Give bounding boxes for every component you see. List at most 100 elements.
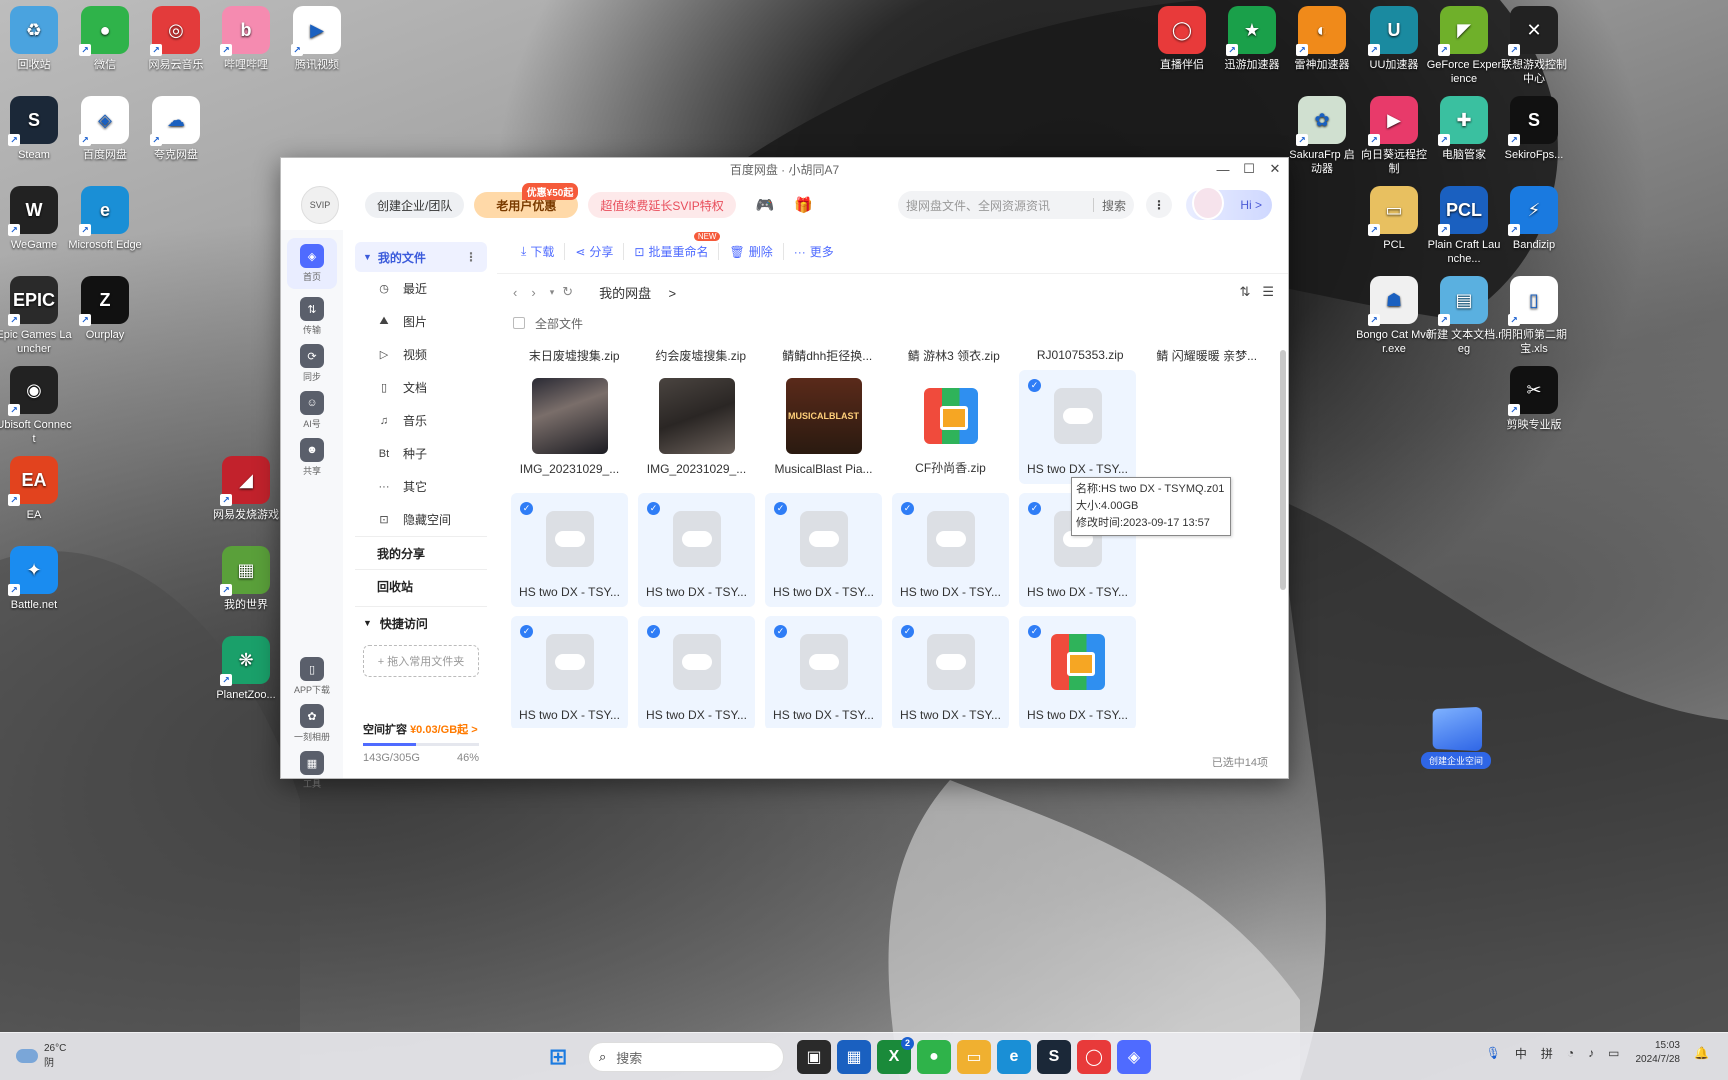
taskbar-app-icon[interactable]: ◈ <box>1117 1040 1151 1074</box>
file-tile[interactable]: IMG_20231029_... <box>638 370 755 484</box>
select-all-checkbox[interactable] <box>513 317 525 329</box>
taskbar-app-icon[interactable]: S <box>1037 1040 1071 1074</box>
search-input[interactable]: 搜网盘文件、全网资源资讯 <box>906 197 1085 214</box>
download-button[interactable]: ⤓ 下载 <box>511 243 564 260</box>
file-tile[interactable]: IMG_20231029_... <box>511 370 628 484</box>
file-tile[interactable]: ✓ HS two DX - TSY... <box>1019 616 1136 728</box>
checked-icon[interactable]: ✓ <box>1028 502 1041 515</box>
my-files-header[interactable]: ▼ 我的文件 ⋮ <box>355 242 487 272</box>
scrollbar[interactable] <box>1280 340 1286 730</box>
volume-icon[interactable]: ♪ <box>1588 1046 1594 1060</box>
list-view-icon[interactable]: ☰ <box>1262 284 1274 300</box>
desktop-shortcut[interactable]: U ↗ UU加速器 <box>1356 6 1432 72</box>
add-folder-button[interactable]: + 拖入常用文件夹 <box>363 645 479 677</box>
history-dropdown-icon[interactable]: ▾ <box>550 287 555 298</box>
sidebar-item[interactable]: ··· 其它 <box>355 470 487 503</box>
title-bar[interactable]: 百度网盘 · 小胡同A7 — ☐ ✕ <box>281 158 1288 180</box>
sort-icon[interactable]: ⇅ <box>1239 284 1250 300</box>
sidebar-item[interactable]: ▯ 文档 <box>355 371 487 404</box>
desktop-shortcut[interactable]: e ↗ Microsoft Edge <box>67 186 143 252</box>
mic-icon[interactable]: 🎙 <box>1486 1046 1501 1060</box>
taskbar-app-icon[interactable]: e <box>997 1040 1031 1074</box>
desktop-shortcut[interactable]: ☁ ↗ 夸克网盘 <box>138 96 214 162</box>
sidebar-item[interactable]: ♫ 音乐 <box>355 404 487 437</box>
leftnav-item[interactable]: ✿ 一刻相册 <box>281 704 343 743</box>
minimize-button[interactable]: — <box>1210 158 1236 180</box>
file-name[interactable]: 鲭 闪耀暖暖 亲梦... <box>1144 347 1271 364</box>
checked-icon[interactable]: ✓ <box>774 502 787 515</box>
back-icon[interactable]: ‹ <box>513 285 517 300</box>
taskbar-app-icon[interactable]: ▦ <box>837 1040 871 1074</box>
weather-widget[interactable]: 26°C 阴 <box>16 1043 66 1069</box>
storage-quota[interactable]: 空间扩容 ¥0.03/GB起 > 143G/305G 46% <box>363 721 479 764</box>
taskbar-app-icon[interactable]: X2 <box>877 1037 914 1074</box>
desktop-shortcut[interactable]: EPIC ↗ Epic Games Launcher <box>0 276 72 356</box>
desktop-shortcut[interactable]: Z ↗ Ourplay <box>67 276 143 342</box>
svip-renew-button[interactable]: 超值续费延长SVIP特权 <box>588 192 736 218</box>
my-share-link[interactable]: 我的分享 <box>355 536 487 569</box>
taskbar-app-icon[interactable]: ● <box>917 1040 951 1074</box>
create-enterprise-space-button[interactable]: 创建企业空间 <box>1421 706 1491 778</box>
desktop-shortcut[interactable]: ✂ ↗ 剪映专业版 <box>1496 366 1572 432</box>
checked-icon[interactable]: ✓ <box>901 625 914 638</box>
desktop-shortcut[interactable]: ▭ ↗ PCL <box>1356 186 1432 252</box>
sidebar-item[interactable]: ⊡ 隐藏空间 <box>355 503 487 536</box>
share-button[interactable]: ⋖ 分享 <box>564 243 623 260</box>
leftnav-item[interactable]: ⇅ 传输 <box>281 297 343 336</box>
leftnav-item[interactable]: ⟳ 同步 <box>281 344 343 383</box>
desktop-shortcut[interactable]: ✿ ↗ SakuraFrp 启动器 <box>1284 96 1360 176</box>
checked-icon[interactable]: ✓ <box>520 502 533 515</box>
leftnav-item[interactable]: ▦ 工具 <box>281 751 343 790</box>
desktop-shortcut[interactable]: EA ↗ EA <box>0 456 72 522</box>
forward-icon[interactable]: › <box>531 285 535 300</box>
desktop-shortcut[interactable]: ◐ ↗ 雷神加速器 <box>1284 6 1360 72</box>
more-menu-icon[interactable]: ⋮ <box>1146 192 1172 218</box>
taskbar-search-input[interactable]: 搜索 <box>616 1048 642 1067</box>
desktop-shortcut[interactable]: ◉ ↗ Ubisoft Connect <box>0 366 72 446</box>
desktop-shortcut[interactable]: ◎ ↗ 网易云音乐 <box>138 6 214 72</box>
desktop-shortcut[interactable]: S ↗ SekiroFps... <box>1496 96 1572 162</box>
desktop-shortcut[interactable]: ✕ ↗ 联想游戏控制中心 <box>1496 6 1572 86</box>
desktop-shortcut[interactable]: ✚ ↗ 电脑管家 <box>1426 96 1502 162</box>
file-name[interactable]: RJ01075353.zip <box>1017 348 1144 362</box>
leftnav-item[interactable]: ☻ 共享 <box>281 438 343 477</box>
checked-icon[interactable]: ✓ <box>1028 625 1041 638</box>
gift-icon[interactable]: 🎁 <box>794 196 813 214</box>
desktop-shortcut[interactable]: ● ↗ 微信 <box>67 6 143 72</box>
desktop-shortcut[interactable]: W ↗ WeGame <box>0 186 72 252</box>
game-icon[interactable]: 🎮 <box>756 196 775 214</box>
sidebar-item[interactable]: Bt 种子 <box>355 437 487 470</box>
breadcrumb[interactable]: 我的网盘 > <box>599 283 690 302</box>
file-tile[interactable]: ✓ HS two DX - TSY... <box>511 616 628 728</box>
file-tile[interactable]: ✓ HS two DX - TSY... <box>638 493 755 607</box>
desktop-shortcut[interactable]: ◢ ↗ 网易发烧游戏 <box>208 456 284 522</box>
desktop-shortcut[interactable]: ◤ ↗ GeForce Experience <box>1426 6 1502 86</box>
file-name[interactable]: 鲭鲭dhh拒径换... <box>764 347 891 364</box>
file-tile[interactable]: CF孙尚香.zip <box>892 370 1009 484</box>
checked-icon[interactable]: ✓ <box>647 625 660 638</box>
file-tile[interactable]: ✓ HS two DX - TSY... <box>511 493 628 607</box>
desktop-shortcut[interactable]: ◯ 直播伴侣 <box>1144 6 1220 72</box>
search-box[interactable]: 搜网盘文件、全网资源资讯 搜索 <box>898 191 1134 219</box>
sidebar-item[interactable]: ⛰ 图片 <box>355 305 487 338</box>
taskbar-app-icon[interactable]: ◯ <box>1077 1040 1111 1074</box>
sidebar-item[interactable]: ▷ 视频 <box>355 338 487 371</box>
file-tile[interactable]: ✓ HS two DX - TSY... <box>638 616 755 728</box>
sidebar-item[interactable]: ◷ 最近 <box>355 272 487 305</box>
battery-icon[interactable]: ▭ <box>1608 1046 1619 1060</box>
checked-icon[interactable]: ✓ <box>520 625 533 638</box>
clock[interactable]: 15:03 2024/7/28 <box>1636 1039 1681 1067</box>
checked-icon[interactable]: ✓ <box>901 502 914 515</box>
desktop-shortcut[interactable]: ◈ ↗ 百度网盘 <box>67 96 143 162</box>
maximize-button[interactable]: ☐ <box>1236 158 1262 180</box>
file-tile[interactable]: ✓ HS two DX - TSY... <box>892 493 1009 607</box>
file-tile[interactable]: ✓ HS two DX - TSY... <box>765 493 882 607</box>
desktop-shortcut[interactable]: ▶ ↗ 向日葵远程控制 <box>1356 96 1432 176</box>
avatar[interactable]: SVIP <box>301 186 339 224</box>
desktop-shortcut[interactable]: ★ ↗ 迅游加速器 <box>1214 6 1290 72</box>
assistant-button[interactable]: Hi > <box>1186 186 1272 220</box>
select-all-row[interactable]: 全部文件 <box>497 310 1288 336</box>
quick-access-header[interactable]: ▼ 快捷访问 <box>355 606 487 639</box>
ime-indicator[interactable]: 拼 <box>1541 1045 1553 1062</box>
close-button[interactable]: ✕ <box>1262 158 1288 180</box>
